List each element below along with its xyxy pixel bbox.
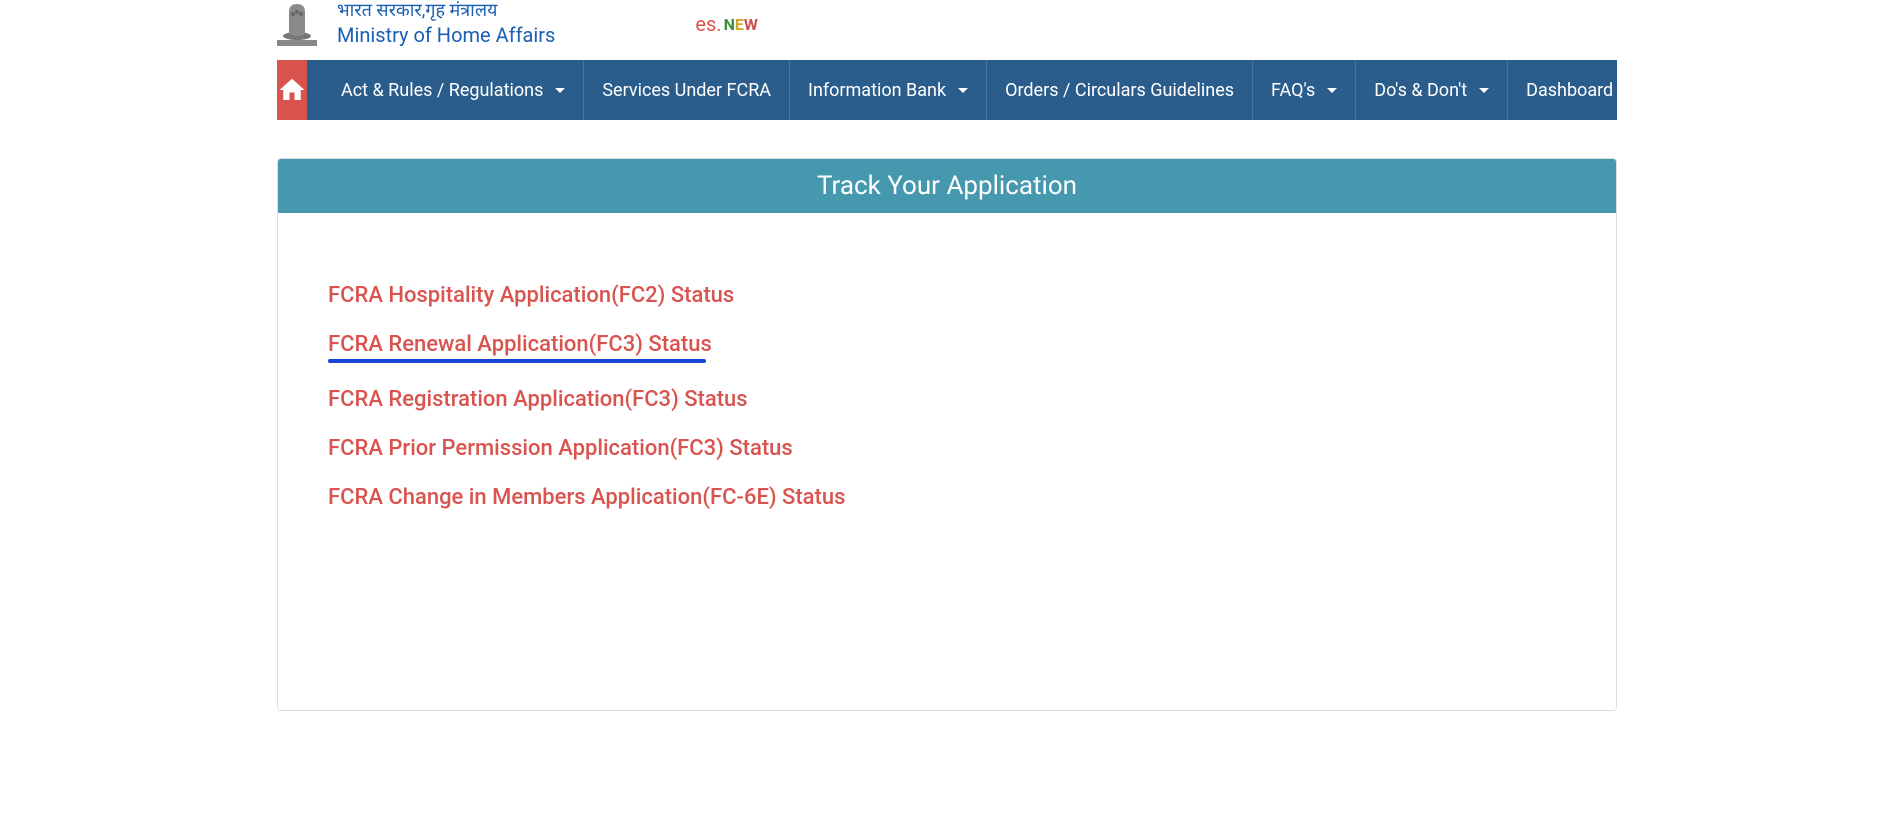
status-link-item: FCRA Hospitality Application(FC2) Status [328,283,1566,308]
home-icon [277,75,307,105]
nav-item-act-rules-regulations[interactable]: Act & Rules / Regulations [307,60,584,120]
nav-item-dashboard[interactable]: Dashboard [1508,60,1632,120]
status-link[interactable]: FCRA Registration Application(FC3) Statu… [328,387,748,412]
nav-home-button[interactable] [277,60,307,120]
status-link-item: FCRA Registration Application(FC3) Statu… [328,387,1566,412]
nav-item-label: Contact Us [1650,80,1738,101]
chevron-down-icon [958,88,968,93]
nav-item-services-under-fcra[interactable]: Services Under FCRA [584,60,790,120]
panel-body: FCRA Hospitality Application(FC2) Status… [278,213,1616,710]
status-link[interactable]: FCRA Change in Members Application(FC-6E… [328,485,845,510]
badge-prefix: es. [695,12,721,36]
header-title-hindi: भारत सरकार,गृह मंत्रालय [337,0,555,22]
nav-item-label: Act & Rules / Regulations [341,80,543,101]
chevron-down-icon [1479,88,1489,93]
status-link[interactable]: FCRA Hospitality Application(FC2) Status [328,283,734,308]
status-link-list: FCRA Hospitality Application(FC2) Status… [328,283,1566,510]
panel-title: Track Your Application [278,159,1616,213]
nav-item-contact-us[interactable]: Contact Us [1632,60,1757,120]
nav-item-do-s-don-t[interactable]: Do's & Don't [1356,60,1508,120]
track-application-panel: Track Your Application FCRA Hospitality … [277,158,1617,711]
header-title-english: Ministry of Home Affairs [337,22,555,48]
nav-item-label: Services Under FCRA [602,80,771,101]
status-link-item: FCRA Prior Permission Application(FC3) S… [328,436,1566,461]
header-title-block: भारत सरकार,गृह मंत्रालय Ministry of Home… [337,0,555,48]
nav-item-label: Orders / Circulars Guidelines [1005,80,1234,101]
nav-item-label: Do's & Don't [1374,80,1467,101]
nav-item-label: Dashboard [1526,80,1613,101]
status-link[interactable]: FCRA Renewal Application(FC3) Status [328,332,712,357]
nav-item-label: Information Bank [808,80,946,101]
nav-item-orders-circulars-guidelines[interactable]: Orders / Circulars Guidelines [987,60,1253,120]
new-badge: es. NEW [695,12,758,36]
main-navbar: Act & Rules / Regulations Services Under … [277,60,1617,120]
nav-item-faq-s[interactable]: FAQ's [1253,60,1356,120]
highlight-underline [328,359,706,363]
status-link-item: FCRA Change in Members Application(FC-6E… [328,485,1566,510]
chevron-down-icon [555,88,565,93]
status-link-item: FCRA Renewal Application(FC3) Status [328,332,1566,363]
nav-item-information-bank[interactable]: Information Bank [790,60,987,120]
site-header: भारत सरकार,गृह मंत्रालय Ministry of Home… [277,0,1617,56]
status-link[interactable]: FCRA Prior Permission Application(FC3) S… [328,436,793,461]
nav-item-label: FAQ's [1271,80,1315,101]
national-emblem-icon [277,0,317,48]
chevron-down-icon [1327,88,1337,93]
